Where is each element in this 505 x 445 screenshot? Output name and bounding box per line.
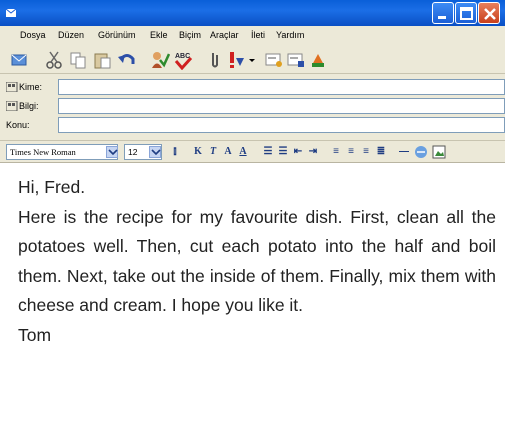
font-dropdown-button[interactable] (106, 146, 118, 158)
font-value: Times New Roman (10, 147, 76, 157)
subject-field[interactable] (58, 117, 505, 133)
font-select[interactable]: Times New Roman (6, 144, 118, 160)
decrease-indent-icon[interactable]: ⇤ (292, 144, 304, 160)
address-book-icon[interactable] (6, 82, 18, 92)
underline-icon[interactable]: A (222, 144, 234, 160)
cc-field[interactable] (58, 98, 505, 114)
menu-message[interactable]: İleti (251, 30, 265, 40)
priority-icon[interactable] (226, 50, 246, 70)
check-names-icon[interactable] (150, 50, 170, 70)
maximize-button[interactable] (455, 2, 477, 24)
menu-view[interactable]: Görünüm (98, 30, 136, 40)
message-body[interactable]: Hi, Fred. Here is the recipe for my favo… (0, 162, 505, 445)
title-bar (0, 0, 505, 26)
paste-icon[interactable] (92, 50, 112, 70)
menu-edit[interactable]: Düzen (58, 30, 84, 40)
app-icon (5, 8, 17, 17)
font-color-icon[interactable]: A (237, 144, 249, 160)
menu-insert[interactable]: Ekle (150, 30, 168, 40)
justify-icon[interactable]: ≣ (375, 144, 387, 160)
menu-tools[interactable]: Araçlar (210, 30, 239, 40)
align-left-icon[interactable]: ≡ (330, 144, 342, 160)
formatting-bar: Times New Roman 12 ⫾ K T A A ☰ ☰ ⇤ ⇥ ≡ ≡… (0, 140, 505, 162)
chevron-down-icon (151, 149, 161, 156)
message-text[interactable]: Hi, Fred. Here is the recipe for my favo… (18, 173, 496, 350)
menu-bar: Dosya Düzen Görünüm Ekle Biçim Araçlar İ… (0, 26, 505, 46)
greeting: Hi, Fred. (18, 177, 86, 197)
paragraph-style-icon[interactable]: ⫾ (168, 144, 182, 160)
menu-format[interactable]: Biçim (179, 30, 201, 40)
compose-window: Dosya Düzen Görünüm Ekle Biçim Araçlar İ… (0, 0, 505, 445)
close-icon (484, 8, 496, 20)
attach-icon[interactable] (205, 50, 225, 70)
menu-file[interactable]: Dosya (20, 30, 46, 40)
bold-icon[interactable]: K (192, 144, 204, 160)
italic-icon[interactable]: T (207, 144, 219, 160)
address-fields: Kime: Bilgi: Konu: (0, 74, 505, 138)
horizontal-line-icon[interactable]: — (398, 144, 410, 160)
copy-icon[interactable] (68, 50, 88, 70)
message-paragraph: Here is the recipe for my favourite dish… (18, 206, 496, 316)
align-right-icon[interactable]: ≡ (360, 144, 372, 160)
sign-icon[interactable] (264, 50, 284, 70)
to-label[interactable]: Kime: (19, 82, 42, 92)
to-field[interactable] (58, 79, 505, 95)
menu-help[interactable]: Yardım (276, 30, 304, 40)
svg-text:ABC: ABC (175, 53, 190, 60)
encrypt-icon[interactable] (286, 50, 306, 70)
send-icon[interactable] (10, 50, 30, 70)
close-button[interactable] (478, 2, 500, 24)
align-center-icon[interactable]: ≡ (345, 144, 357, 160)
size-value: 12 (128, 147, 138, 157)
offline-icon[interactable] (308, 50, 328, 70)
address-book-icon[interactable] (6, 101, 18, 111)
maximize-icon (460, 7, 473, 20)
spelling-icon[interactable]: ABC (173, 50, 193, 70)
priority-dropdown-icon[interactable] (246, 50, 266, 70)
bullets-icon[interactable]: ☰ (277, 144, 289, 160)
cc-label[interactable]: Bilgi: (19, 101, 39, 111)
toolbar: ABC (0, 46, 505, 74)
minimize-button[interactable] (432, 2, 454, 24)
hyperlink-icon[interactable] (414, 145, 428, 159)
subject-label: Konu: (6, 120, 30, 130)
undo-icon[interactable] (117, 50, 137, 70)
picture-icon[interactable] (432, 145, 446, 159)
minimize-icon (438, 16, 446, 19)
chevron-down-icon (108, 149, 118, 156)
cut-icon[interactable] (44, 50, 64, 70)
increase-indent-icon[interactable]: ⇥ (307, 144, 319, 160)
numbering-icon[interactable]: ☰ (262, 144, 274, 160)
size-select[interactable]: 12 (124, 144, 162, 160)
signature: Tom (18, 324, 52, 345)
size-dropdown-button[interactable] (149, 146, 161, 158)
